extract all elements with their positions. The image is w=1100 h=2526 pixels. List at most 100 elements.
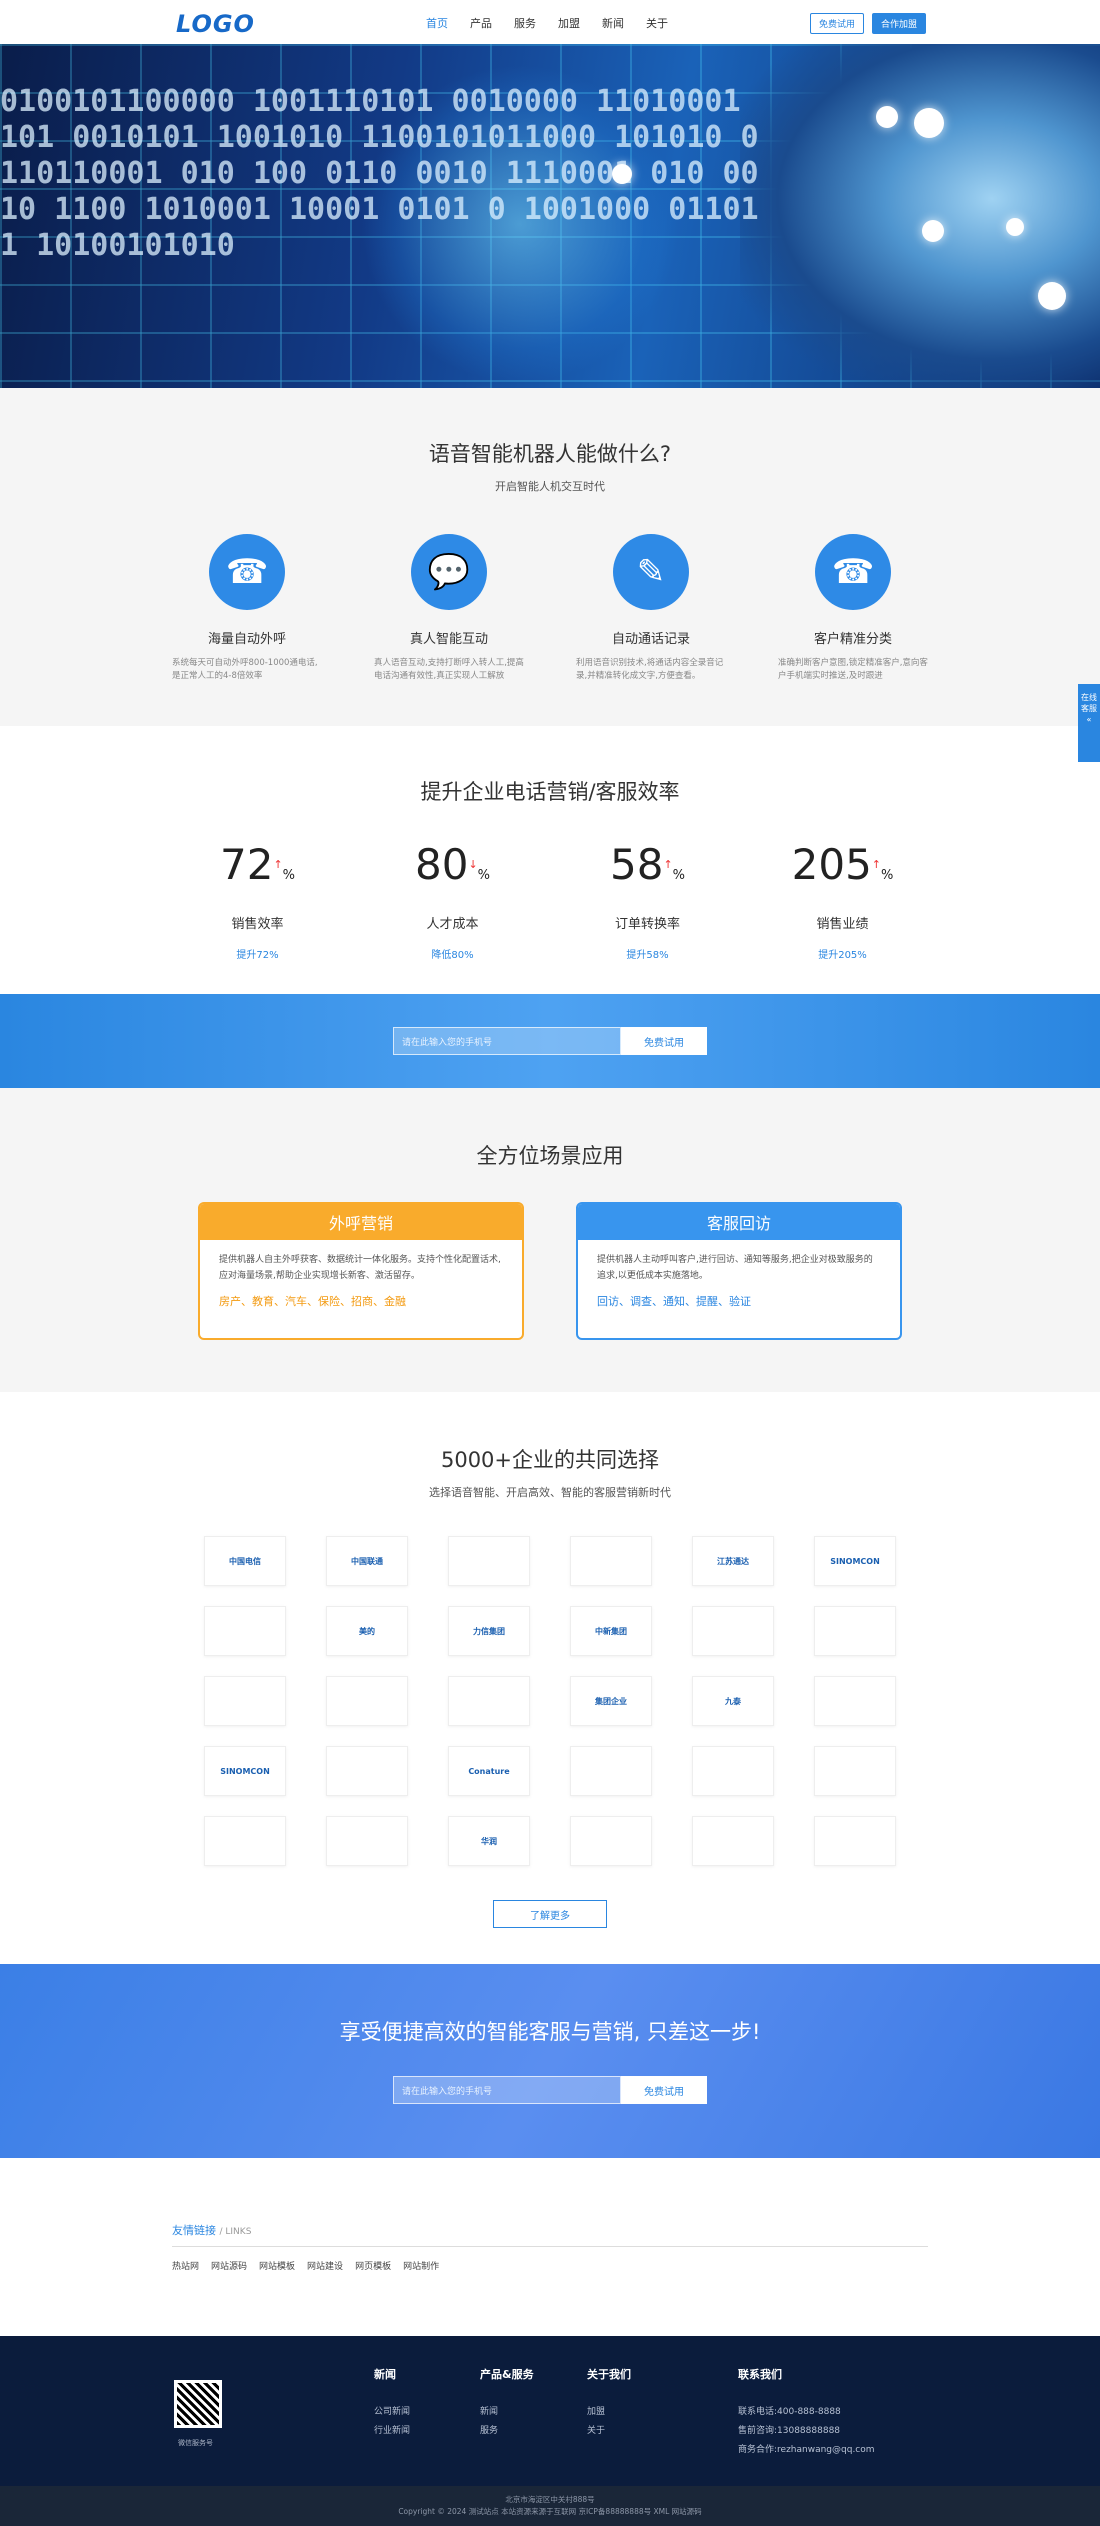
online-service-tab[interactable]: 在线客服 « [1078,684,1100,762]
partner-logo [570,1816,652,1866]
notes-icon: ✎ [613,534,689,610]
cta-title: 享受便捷高效的智能客服与营销, 只差这一步! [339,2020,761,2044]
footer-link[interactable]: 新闻 [480,2404,534,2417]
stat-number: 80↓% [414,840,491,889]
footer-link[interactable]: 服务 [480,2423,534,2436]
free-trial-submit[interactable]: 免费试用 [621,1027,707,1055]
hero-banner: 0100101100000 1001110101 0010000 1101000… [0,44,1100,388]
partner-logo: Conature [448,1746,530,1796]
footer-link[interactable]: 公司新闻 [374,2404,410,2417]
feature-desc: 真人语音互动,支持打断呼入转人工,提高电话沟通有效性,真正实现人工解放 [374,658,524,681]
feature-item: ☎ 海量自动外呼 系统每天可自动外呼800-1000通电话,是正常人工的4-8倍… [172,534,322,683]
feature-title: 海量自动外呼 [207,632,286,647]
partner-logo: SINOMCON [814,1536,896,1586]
stat-label: 人才成本 [426,917,479,932]
header-buttons: 免费试用 合作加盟 [810,13,927,34]
copyright: Copyright © 2024 测试站点 本站资源来源于互联网 京ICP备88… [398,2507,702,2516]
section-title: 全方位场景应用 [476,1144,624,1168]
partner-logo: 中新集团 [570,1606,652,1656]
footer-link[interactable]: 行业新闻 [374,2423,410,2436]
main-nav: 首页 产品 服务 加盟 新闻 关于 [426,15,668,31]
partner-logo: 力信集团 [448,1606,530,1656]
address: 北京市海淀区中关村888号 [505,2495,595,2504]
section-subtitle: 开启智能人机交互时代 [495,480,605,493]
ability-section: 语音智能机器人能做什么? 开启智能人机交互时代 ☎ 海量自动外呼 系统每天可自动… [0,388,1100,726]
feature-title: 自动通话记录 [611,632,690,647]
section-title: 5000+企业的共同选择 [440,1448,660,1472]
site-logo[interactable]: LOGO [176,10,255,38]
partner-logo [326,1816,408,1866]
section-subtitle: 选择语音智能、开启高效、智能的客服营销新时代 [429,1486,671,1499]
feature-item: ✎ 自动通话记录 利用语音识别技术,将通话内容全录音记录,并精准转化成文字,方便… [576,534,726,683]
qr-label: 微信服务号 [178,2439,213,2447]
nav-item-products[interactable]: 产品 [470,15,492,31]
free-trial-button[interactable]: 免费试用 [810,13,865,34]
feature-desc: 准确判断客户意图,锁定精准客户,意向客户手机端实时推送,及时跟进 [778,658,928,681]
free-trial-submit[interactable]: 免费试用 [621,2076,707,2104]
nav-item-services[interactable]: 服务 [514,15,536,31]
links-heading: 友情链接 / LINKS [172,2222,928,2247]
stat-item: 205↑% 销售业绩 提升205% [768,840,918,962]
footer-link[interactable]: 关于 [587,2423,631,2436]
partner-logo: 集团企业 [570,1676,652,1726]
partner-logo [692,1606,774,1656]
nav-item-about[interactable]: 关于 [646,15,668,31]
partner-logo: 中国电信 [204,1536,286,1586]
footer-col-products: 产品&服务 新闻 服务 [480,2368,534,2436]
glow-dot [1038,282,1066,310]
glow-dot [914,108,944,138]
card-head: 客服回访 [578,1204,900,1240]
partner-logo [814,1606,896,1656]
feature-title: 真人智能互动 [409,632,488,647]
stat-item: 58↑% 订单转换率 提升58% [573,842,723,962]
feature-list: ☎ 海量自动外呼 系统每天可自动外呼800-1000通电话,是正常人工的4-8倍… [170,534,930,683]
chat-icon: 💬 [411,534,487,610]
partner-logo [448,1676,530,1726]
partner-logo [326,1746,408,1796]
binary-digits: 0100101100000 1001110101 0010000 1101000… [0,84,759,263]
link-item[interactable]: 网站源码 [211,2259,247,2272]
scene-card-marketing[interactable]: 外呼营销 提供机器人自主外呼获客、数据统计一体化服务。支持个性化配置话术,应对海… [198,1202,524,1340]
partner-logo: SINOMCON [204,1746,286,1796]
learn-more-button[interactable]: 了解更多 [493,1900,607,1928]
card-text: 提供机器人主动呼叫客户,进行回访、通知等服务,把企业对极致服务的追求,以更低成本… [597,1255,873,1281]
qr-code [174,2380,222,2428]
partner-logo: 美的 [326,1606,408,1656]
card-tags: 房产、教育、汽车、保险、招商、金融 [219,1295,406,1308]
partner-logo [692,1816,774,1866]
partner-logo [814,1676,896,1726]
partner-logo [326,1676,408,1726]
link-item[interactable]: 网页模板 [355,2259,391,2272]
partner-logo: 中国联通 [326,1536,408,1586]
card-body: 提供机器人自主外呼获客、数据统计一体化服务。支持个性化配置话术,应对海量场景,帮… [200,1240,522,1322]
partner-logo [570,1746,652,1796]
phone-icon: ☎ [209,534,285,610]
link-item[interactable]: 网站建设 [307,2259,343,2272]
link-item[interactable]: 网站制作 [403,2259,439,2272]
phone-input[interactable]: 请在此输入您的手机号 [393,2076,621,2104]
nav-item-news[interactable]: 新闻 [602,15,624,31]
feature-desc: 系统每天可自动外呼800-1000通电话,是正常人工的4-8倍效率 [172,658,318,681]
partners-section: 5000+企业的共同选择 选择语音智能、开启高效、智能的客服营销新时代 中国电信… [0,1392,1100,1964]
stat-number: 72↑% [219,840,296,889]
stat-label: 销售业绩 [816,917,869,932]
stat-increase: 降低80% [431,950,474,961]
scene-card-service[interactable]: 客服回访 提供机器人主动呼叫客户,进行回访、通知等服务,把企业对极致服务的追求,… [576,1202,902,1340]
phone-input[interactable]: 请在此输入您的手机号 [393,1027,621,1055]
cta-form: 请在此输入您的手机号 免费试用 [0,2076,1100,2104]
nav-item-join[interactable]: 加盟 [558,15,580,31]
stat-increase: 提升72% [236,950,279,961]
scenes-section: 全方位场景应用 外呼营销 提供机器人自主外呼获客、数据统计一体化服务。支持个性化… [0,1088,1100,1392]
link-item[interactable]: 热站网 [172,2259,199,2272]
trial-band: 请在此输入您的手机号 免费试用 [0,994,1100,1088]
links-list: 热站网 网站源码 网站模板 网站建设 网页模板 网站制作 [172,2259,928,2272]
footer-link[interactable]: 加盟 [587,2404,631,2417]
nav-item-home[interactable]: 首页 [426,15,448,31]
join-button[interactable]: 合作加盟 [872,13,927,34]
stat-number: 205↑% [791,840,894,889]
partner-logo: 华润 [448,1816,530,1866]
link-item[interactable]: 网站模板 [259,2259,295,2272]
friend-links: 友情链接 / LINKS 热站网 网站源码 网站模板 网站建设 网页模板 网站制… [0,2158,1100,2336]
stat-item: 72↑% 销售效率 提升72% [183,840,333,962]
feature-title: 客户精准分类 [813,632,892,647]
